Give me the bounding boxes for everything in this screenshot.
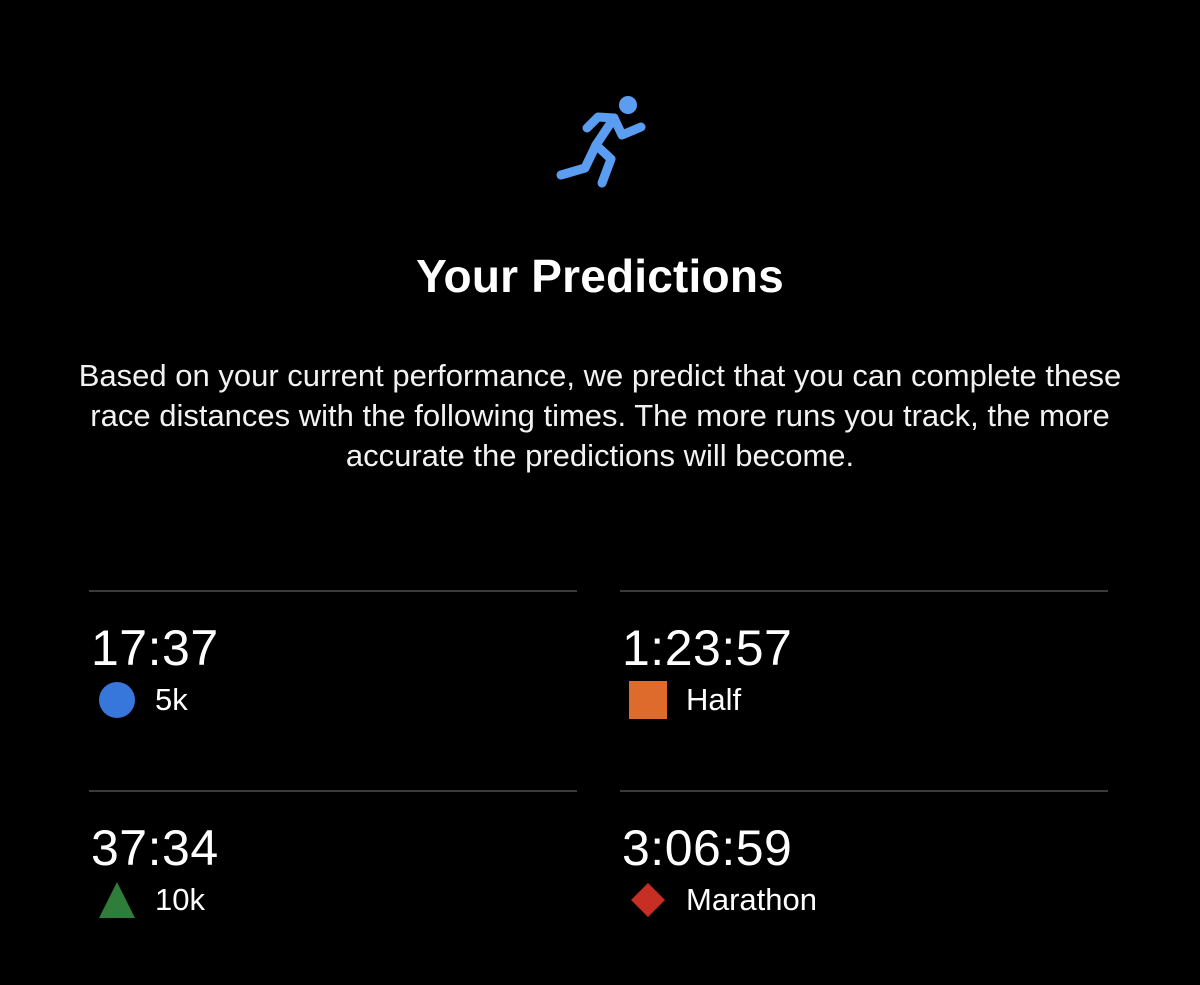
diamond-marker-icon — [628, 880, 668, 920]
divider — [620, 790, 1108, 792]
prediction-label: Half — [686, 682, 742, 717]
circle-marker-icon — [97, 680, 137, 720]
prediction-time: 3:06:59 — [622, 820, 793, 876]
prediction-label: Marathon — [686, 882, 817, 917]
prediction-time: 1:23:57 — [622, 620, 793, 676]
triangle-marker-icon — [97, 880, 137, 920]
prediction-card-half: 1:23:57 Half — [620, 590, 1108, 740]
prediction-card-5k: 17:37 5k — [89, 590, 577, 740]
prediction-time: 17:37 — [91, 620, 219, 676]
prediction-description: Based on your current performance, we pr… — [78, 358, 1122, 473]
divider — [620, 590, 1108, 592]
running-figure-icon — [554, 94, 650, 190]
prediction-card-marathon: 3:06:59 Marathon — [620, 790, 1108, 940]
prediction-card-10k: 37:34 10k — [89, 790, 577, 940]
prediction-label: 10k — [155, 882, 205, 917]
prediction-time: 37:34 — [91, 820, 219, 876]
page-title: Your Predictions — [416, 250, 784, 302]
divider — [89, 590, 577, 592]
square-marker-icon — [628, 680, 668, 720]
divider — [89, 790, 577, 792]
prediction-label: 5k — [155, 682, 188, 717]
